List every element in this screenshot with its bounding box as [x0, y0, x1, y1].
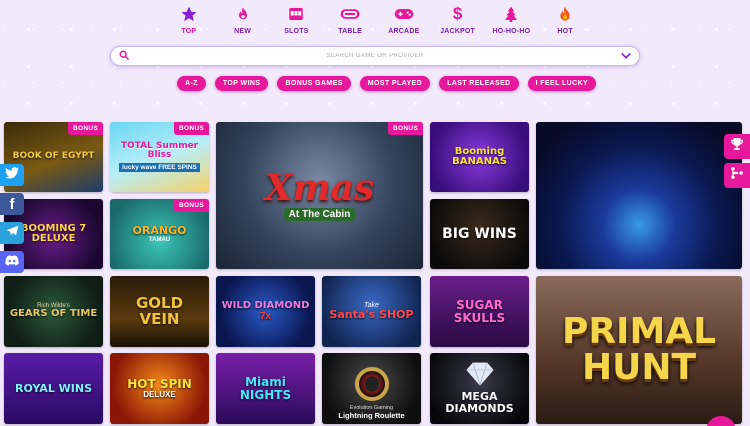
game-tile-big-wins[interactable]: BIG WINS — [430, 199, 529, 269]
game-tile-mega-diamonds[interactable]: MEGA DIAMONDS — [430, 353, 529, 424]
nav-item-hot[interactable]: HOT — [538, 4, 592, 38]
social-discord[interactable] — [0, 251, 24, 273]
bracket-icon — [730, 166, 744, 185]
game-subtitle: 7x — [259, 311, 272, 323]
search-bar — [110, 46, 640, 66]
game-title: BOOK OF EGYPT — [12, 151, 95, 162]
social-telegram[interactable] — [0, 222, 24, 244]
social-twitter[interactable] — [0, 164, 24, 186]
game-tile-cosmic[interactable] — [536, 122, 742, 269]
game-tile-royal-wins[interactable]: ROYAL WINS — [4, 353, 103, 424]
nav-label: ARCADE — [388, 28, 420, 35]
game-title: SUGAR SKULLS — [453, 297, 506, 325]
filter-chips: A-Z TOP WINS BONUS GAMES MOST PLAYED LAS… — [177, 76, 597, 91]
game-tile-xmas-cabin[interactable]: Xmas At The Cabin BONUS — [216, 122, 423, 269]
nav-item-jackpot[interactable]: $ JACKPOT — [431, 4, 485, 38]
game-title: ORANGO — [132, 224, 187, 238]
nav-item-new[interactable]: NEW — [216, 4, 270, 38]
chevron-down-icon[interactable] — [621, 47, 631, 65]
filter-chip-bonus-games[interactable]: BONUS GAMES — [277, 76, 351, 91]
game-tile-gold-vein[interactable]: GOLD VEIN — [110, 276, 209, 347]
nav-item-ho-ho-ho[interactable]: HO-HO-HO — [485, 4, 539, 38]
game-title: GOLD VEIN — [135, 293, 184, 328]
filter-chip-last-released[interactable]: LAST RELEASED — [439, 76, 519, 91]
game-tile-hot-spin-deluxe[interactable]: HOT SPIN DELUXE — [110, 353, 209, 424]
game-tile-booming-bananas[interactable]: Booming BANANAS — [430, 122, 529, 192]
flame-icon — [233, 4, 253, 24]
twitter-icon — [5, 166, 19, 184]
search-input[interactable] — [129, 53, 621, 59]
game-title: Booming BANANAS — [452, 145, 507, 167]
tournament-button[interactable] — [724, 163, 750, 188]
game-title: TOTAL Summer Bliss — [120, 140, 199, 160]
bonus-badge: BONUS — [388, 122, 423, 135]
gamepad-icon — [394, 4, 414, 24]
diamond-icon — [465, 362, 495, 391]
nav-label: SLOTS — [284, 28, 309, 35]
game-tile-lightning-roulette[interactable]: Evolution Gaming Lightning Roulette — [322, 353, 421, 424]
bonus-badge: BONUS — [68, 122, 103, 135]
telegram-icon — [6, 224, 19, 242]
nav-item-arcade[interactable]: ARCADE — [377, 4, 431, 38]
game-tile-gears-of-time[interactable]: Rich Wilde's GEARS OF TIME — [4, 276, 103, 347]
nav-label: HO-HO-HO — [492, 28, 531, 35]
game-tile-miami-nights[interactable]: Miami NIGHTS — [216, 353, 315, 424]
game-subtitle: TAMAU — [148, 236, 171, 243]
fire-icon — [555, 4, 575, 24]
category-nav: TOP NEW SLOTS TABLE ARCADE $ JACKPOT HO-… — [162, 4, 592, 38]
dollar-icon: $ — [452, 4, 463, 23]
table-icon — [340, 4, 360, 24]
game-tile-orango[interactable]: ORANGO TAMAU BONUS — [110, 199, 209, 269]
game-subtitle: DELUXE — [143, 390, 176, 400]
trophy-button[interactable] — [724, 134, 750, 159]
game-title: PRIMAL HUNT — [561, 311, 717, 388]
nav-label: TOP — [181, 28, 197, 35]
game-title: MEGA DIAMONDS — [445, 390, 514, 415]
game-title: Santa's SHOP — [329, 308, 414, 322]
game-tile-primal-hunt[interactable]: PRIMAL HUNT — [536, 276, 742, 424]
filter-chip-a-z[interactable]: A-Z — [177, 76, 206, 91]
game-title: BIG WINS — [442, 225, 517, 242]
game-tile-santas-shop[interactable]: Take Santa's SHOP — [322, 276, 421, 347]
slot-machine-icon — [286, 4, 306, 24]
nav-item-table[interactable]: TABLE — [323, 4, 377, 38]
nav-item-top[interactable]: TOP — [162, 4, 216, 38]
nav-item-slots[interactable]: SLOTS — [270, 4, 324, 38]
christmas-tree-icon — [501, 4, 521, 24]
game-tile-sugar-skulls[interactable]: SUGAR SKULLS — [430, 276, 529, 347]
filter-chip-most-played[interactable]: MOST PLAYED — [359, 76, 431, 91]
facebook-icon: f — [9, 195, 15, 213]
star-icon — [179, 4, 199, 24]
game-title: ROYAL WINS — [14, 381, 93, 395]
game-title: HOT SPIN — [127, 376, 192, 391]
nav-label: JACKPOT — [440, 28, 476, 35]
trophy-icon — [730, 137, 744, 156]
discord-icon — [5, 253, 19, 271]
game-tile-wild-diamond[interactable]: WILD DIAMOND 7x — [216, 276, 315, 347]
game-title: Xmas — [264, 167, 375, 210]
game-subtitle: At The Cabin — [283, 207, 356, 221]
game-subtitle: lucky wave FREE SPINS — [119, 163, 200, 173]
game-title: WILD DIAMOND — [221, 299, 310, 311]
nav-label: TABLE — [338, 28, 363, 35]
social-facebook[interactable]: f — [0, 193, 24, 215]
game-tile-total-summer-bliss[interactable]: TOTAL Summer Bliss lucky wave FREE SPINS… — [110, 122, 209, 192]
bonus-badge: BONUS — [174, 122, 209, 135]
nav-label: HOT — [557, 28, 573, 35]
roulette-wheel-icon — [354, 367, 389, 401]
game-title: GEARS OF TIME — [9, 308, 98, 320]
bonus-badge: BONUS — [174, 199, 209, 212]
filter-chip-i-feel-lucky[interactable]: I FEEL LUCKY — [527, 76, 597, 91]
search-icon[interactable] — [119, 47, 129, 65]
filter-chip-top-wins[interactable]: TOP WINS — [214, 76, 269, 91]
game-title: Miami NIGHTS — [239, 374, 292, 402]
game-title: Lightning Roulette — [338, 411, 405, 420]
nav-label: NEW — [234, 28, 252, 35]
